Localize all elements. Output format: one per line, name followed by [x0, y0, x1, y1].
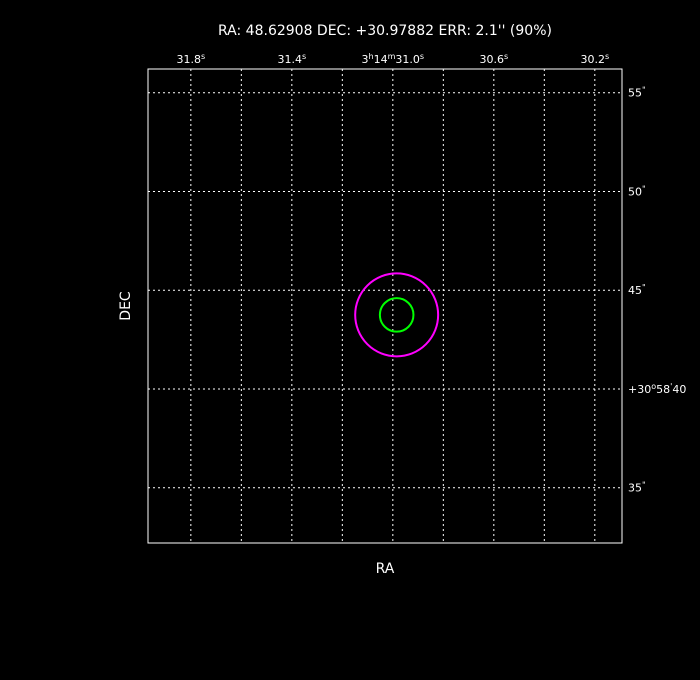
- tick-value-text: 58: [656, 383, 670, 396]
- tick-value-text: 35: [628, 482, 642, 495]
- tick-value-text: 45: [628, 284, 642, 297]
- tick-value-text: 30.2: [580, 53, 605, 66]
- tick-unit-superscript: ": [642, 283, 646, 292]
- y-axis-label: DEC: [118, 291, 134, 321]
- error-circles: [354, 272, 440, 358]
- tick-unit-superscript: s: [420, 52, 424, 61]
- tick-value-text: 14: [374, 53, 388, 66]
- tick-value-text: 3: [362, 53, 369, 66]
- dec-tick-label: 35": [628, 481, 646, 495]
- tick-value-text: 40: [672, 383, 686, 396]
- tick-value-text: 55: [628, 87, 642, 100]
- dec-tick-label: 50": [628, 184, 646, 198]
- tick-unit-superscript: s: [605, 52, 609, 61]
- chart-title: RA: 48.62908 DEC: +30.97882 ERR: 2.1'' (…: [218, 23, 552, 39]
- tick-unit-superscript: s: [201, 52, 205, 61]
- tick-value-text: 31.8: [177, 53, 202, 66]
- ra-tick-labels: 31.8s 31.4s 3h14m31.0s 30.6s 30.2s: [177, 52, 610, 66]
- x-axis-label: RA: [376, 561, 395, 577]
- coordinate-grid: [148, 69, 622, 543]
- dec-tick-label: +30o58'40: [628, 382, 686, 396]
- ra-tick-label: 31.4s: [278, 52, 307, 66]
- ra-tick-label: 30.6s: [479, 52, 508, 66]
- tick-unit-superscript: s: [504, 52, 508, 61]
- finding-chart: RA: 48.62908 DEC: +30.97882 ERR: 2.1'' (…: [118, 23, 686, 577]
- ra-tick-label: 30.2s: [580, 52, 609, 66]
- source-circle: [378, 297, 415, 333]
- tick-value-text: 31.4: [278, 53, 303, 66]
- tick-value-text: 30.6: [479, 53, 504, 66]
- ra-tick-label: 3h14m31.0s: [362, 52, 425, 66]
- tick-unit-superscript: ": [642, 86, 646, 95]
- tick-value-text: 50: [628, 185, 642, 198]
- dec-tick-labels: 55"50"45"+30o58'4035": [628, 86, 686, 495]
- tick-unit-superscript: ": [642, 184, 646, 193]
- tick-unit-superscript: m: [388, 52, 396, 61]
- ra-tick-label: 31.8s: [177, 52, 206, 66]
- dec-tick-label: 55": [628, 86, 646, 100]
- error-circle: [354, 272, 440, 358]
- tick-value-text: +30: [628, 383, 651, 396]
- tick-value-text: 31.0: [395, 53, 420, 66]
- plot-frame: [147, 68, 623, 544]
- tick-unit-superscript: s: [302, 52, 306, 61]
- tick-unit-superscript: ": [642, 481, 646, 490]
- dec-tick-label: 45": [628, 283, 646, 297]
